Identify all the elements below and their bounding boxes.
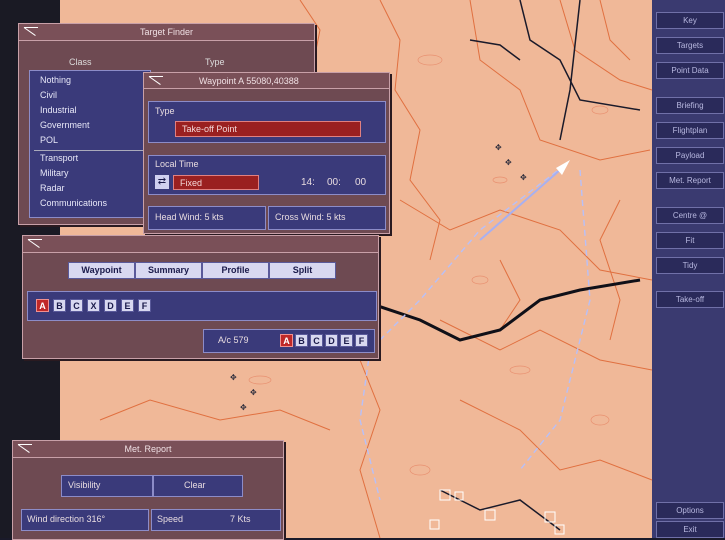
ac-waypoint-button-b[interactable]: B — [295, 334, 308, 347]
visibility-value-field[interactable]: Clear — [153, 475, 243, 497]
tidy-button[interactable]: Tidy — [656, 257, 724, 274]
svg-text:✥: ✥ — [230, 373, 237, 382]
wind-direction-text: Wind direction 316° — [27, 514, 106, 524]
target-finder-titlebar[interactable]: Target Finder — [19, 24, 314, 41]
briefing-button[interactable]: Briefing — [656, 97, 724, 114]
key-button[interactable]: Key — [656, 12, 724, 29]
speed-value: 7 Kts — [230, 514, 251, 524]
targets-button[interactable]: Targets — [656, 37, 724, 54]
centre-button[interactable]: Centre @ — [656, 207, 724, 224]
tab-waypoint[interactable]: Waypoint — [68, 262, 135, 279]
waypoint-list: A B C X D E F — [27, 291, 377, 321]
local-time-label: Local Time — [155, 159, 199, 169]
window-corner-icon[interactable] — [146, 74, 166, 88]
met-report-title: Met. Report — [124, 444, 172, 454]
ac-waypoint-button-a[interactable]: A — [280, 334, 293, 347]
met-report-panel: Met. Report Visibility Clear Wind direct… — [12, 440, 284, 540]
class-header: Class — [69, 57, 92, 67]
speed-label: Speed — [157, 514, 184, 524]
time-mode-field[interactable]: Fixed — [173, 175, 259, 190]
svg-text:✥: ✥ — [495, 143, 502, 152]
cross-wind-field: Cross Wind: 5 kts — [268, 206, 386, 230]
svg-text:✥: ✥ — [505, 158, 512, 167]
waypoint-panel: Waypoint A 55080,40388 Type Take-off Poi… — [143, 72, 390, 234]
time-minutes[interactable]: 00: — [327, 177, 341, 188]
class-item-pol[interactable]: POL — [40, 135, 58, 145]
waypoint-button-b[interactable]: B — [53, 299, 66, 312]
met-report-titlebar[interactable]: Met. Report — [13, 441, 283, 458]
class-item-communications[interactable]: Communications — [40, 198, 107, 208]
waypoint-button-e[interactable]: E — [121, 299, 134, 312]
class-item-transport[interactable]: Transport — [40, 153, 78, 163]
class-item-radar[interactable]: Radar — [40, 183, 65, 193]
point-data-button[interactable]: Point Data — [656, 62, 724, 79]
time-hours[interactable]: 14: — [301, 177, 315, 188]
class-list[interactable]: Nothing Civil Industrial Government POL … — [29, 70, 151, 218]
type-section: Type Take-off Point — [148, 101, 386, 143]
waypoint-title: Waypoint A 55080,40388 — [199, 76, 299, 86]
head-wind-text: Head Wind: 5 kts — [155, 212, 224, 222]
svg-text:✥: ✥ — [240, 403, 247, 412]
cycle-icon[interactable]: ⇄ — [155, 175, 169, 189]
waypoint-button-d[interactable]: D — [104, 299, 117, 312]
time-seconds[interactable]: 00 — [355, 177, 366, 188]
tab-split[interactable]: Split — [269, 262, 336, 279]
ac-waypoint-button-e[interactable]: E — [340, 334, 353, 347]
waypoint-button-x[interactable]: X — [87, 299, 100, 312]
tab-profile[interactable]: Profile — [202, 262, 269, 279]
type-field[interactable]: Take-off Point — [175, 121, 361, 137]
svg-text:✥: ✥ — [520, 173, 527, 182]
ac-waypoint-button-f[interactable]: F — [355, 334, 368, 347]
type-header: Type — [205, 57, 225, 67]
window-corner-icon[interactable] — [15, 442, 35, 456]
tab-summary[interactable]: Summary — [135, 262, 202, 279]
waypoint-titlebar[interactable]: Waypoint A 55080,40388 — [144, 73, 389, 89]
waypoint-button-c[interactable]: C — [70, 299, 83, 312]
class-item-industrial[interactable]: Industrial — [40, 105, 77, 115]
local-time-section: Local Time ⇄ Fixed 14: 00: 00 — [148, 155, 386, 195]
class-item-civil[interactable]: Civil — [40, 90, 57, 100]
fit-button[interactable]: Fit — [656, 232, 724, 249]
target-finder-title: Target Finder — [139, 27, 194, 37]
class-item-nothing[interactable]: Nothing — [40, 75, 71, 85]
met-report-button[interactable]: Met. Report — [656, 172, 724, 189]
waypoint-button-f[interactable]: F — [138, 299, 151, 312]
cross-wind-text: Cross Wind: 5 kts — [275, 212, 346, 222]
speed-field[interactable]: Speed 7 Kts — [151, 509, 281, 531]
flightplan-button[interactable]: Flightplan — [656, 122, 724, 139]
flightplan-titlebar[interactable] — [23, 236, 378, 253]
options-button[interactable]: Options — [656, 502, 724, 519]
flightplan-panel: Waypoint Summary Profile Split A B C X D… — [22, 235, 379, 359]
visibility-value: Clear — [184, 480, 206, 490]
head-wind-field: Head Wind: 5 kts — [148, 206, 266, 230]
type-label: Type — [155, 106, 175, 116]
ac-waypoint-button-d[interactable]: D — [325, 334, 338, 347]
visibility-label: Visibility — [68, 480, 101, 490]
window-corner-icon[interactable] — [25, 237, 45, 251]
class-item-government[interactable]: Government — [40, 120, 90, 130]
waypoint-button-a[interactable]: A — [36, 299, 49, 312]
exit-button[interactable]: Exit — [656, 521, 724, 538]
svg-text:✥: ✥ — [250, 388, 257, 397]
class-item-military[interactable]: Military — [40, 168, 69, 178]
ac-waypoint-button-c[interactable]: C — [310, 334, 323, 347]
aircraft-section: A/c 579 A B C D E F — [203, 329, 375, 353]
aircraft-label: A/c 579 — [218, 335, 249, 345]
window-corner-icon[interactable] — [21, 25, 41, 39]
take-off-button[interactable]: Take-off — [656, 291, 724, 308]
payload-button[interactable]: Payload — [656, 147, 724, 164]
visibility-label-field: Visibility — [61, 475, 153, 497]
wind-direction-field[interactable]: Wind direction 316° — [21, 509, 149, 531]
